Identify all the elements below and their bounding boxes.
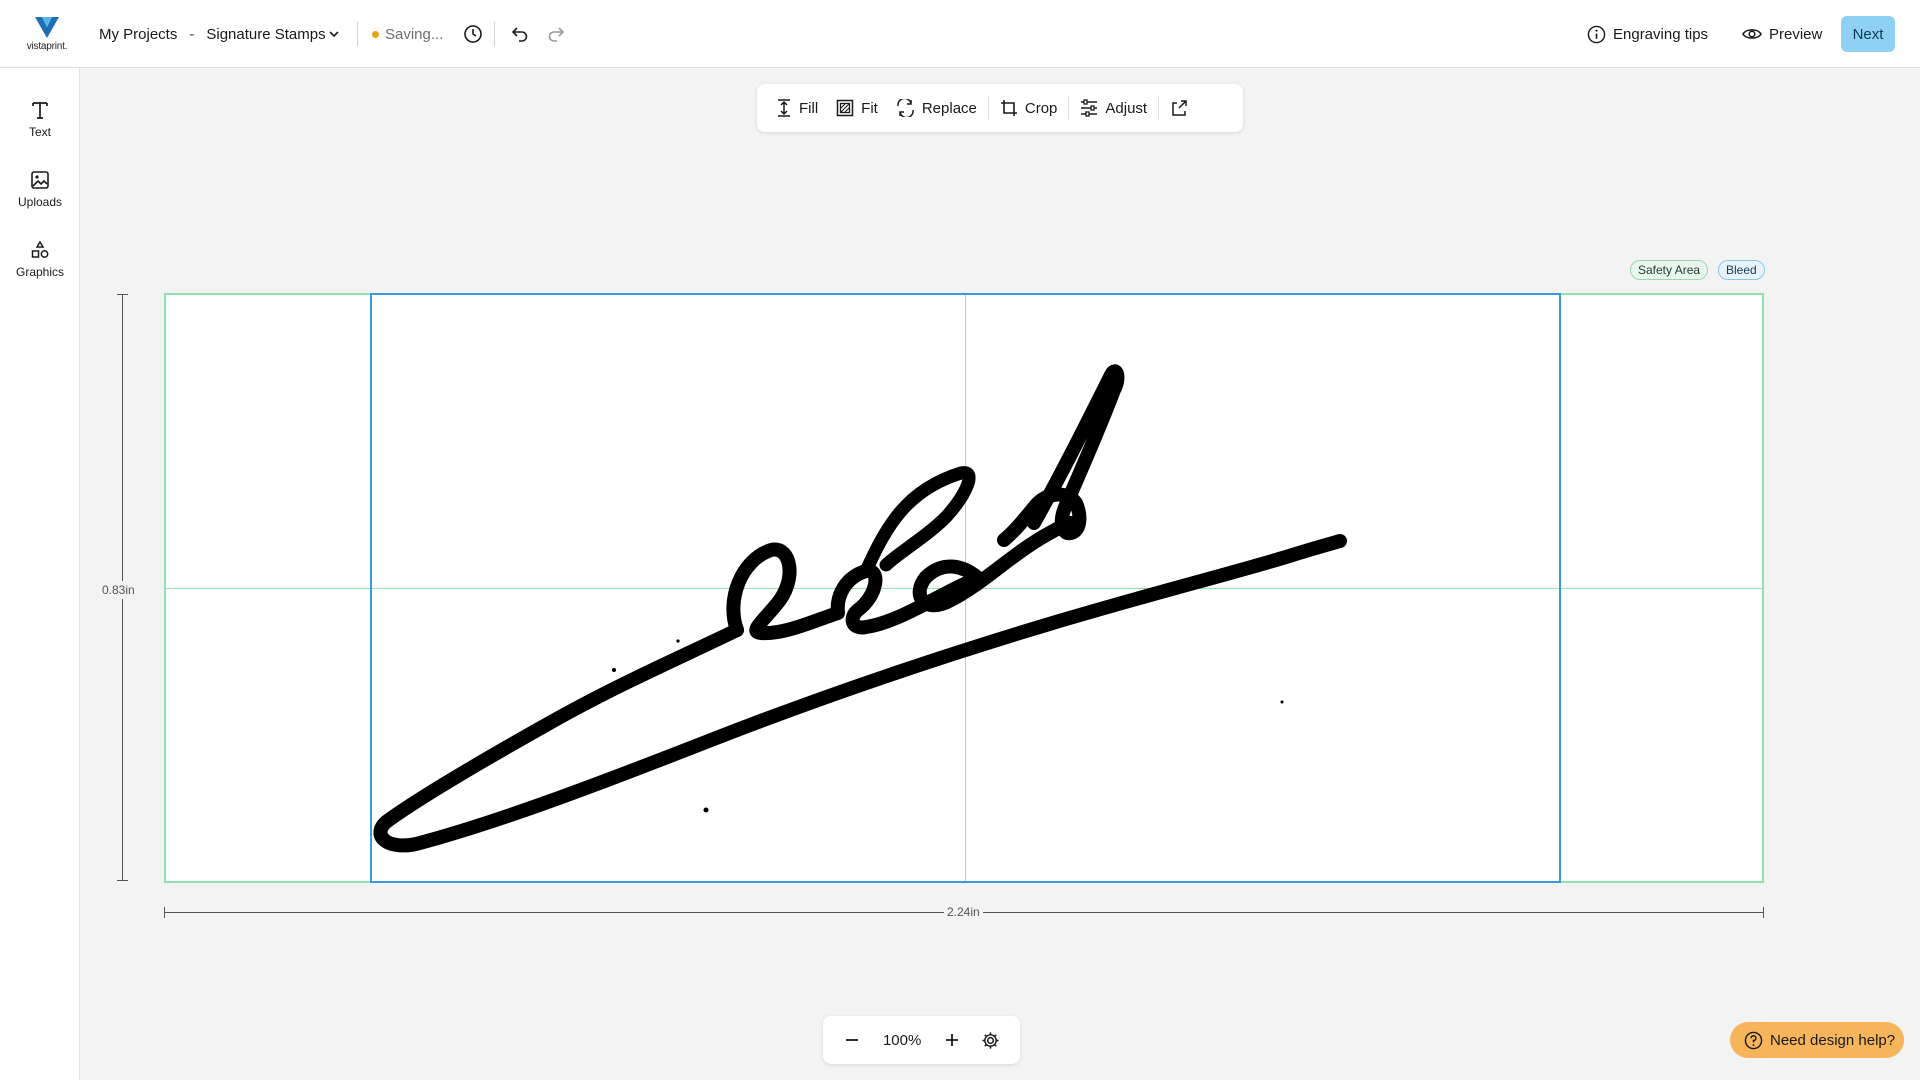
header-divider <box>494 22 495 46</box>
replace-label: Replace <box>921 99 977 117</box>
gear-icon <box>982 1031 999 1049</box>
sliders-icon <box>1081 99 1098 117</box>
sidebar-item-label: Graphics <box>15 265 65 279</box>
zoom-level[interactable]: 100% <box>877 1032 927 1049</box>
saving-indicator-dot <box>372 30 379 38</box>
next-button[interactable]: Next <box>1841 16 1895 52</box>
left-sidebar: Text Uploads Graphics <box>0 68 80 1080</box>
image-icon <box>31 171 49 189</box>
fill-label: Fill <box>799 99 819 117</box>
zoom-out-button[interactable] <box>838 1026 866 1054</box>
save-status: Saving... <box>372 24 443 44</box>
minus-icon <box>846 1039 859 1041</box>
chevron-down-icon <box>329 31 339 38</box>
canvas-settings-button[interactable] <box>977 1026 1005 1054</box>
adjust-label: Adjust <box>1105 99 1148 117</box>
share-icon <box>1172 100 1187 116</box>
design-canvas[interactable] <box>164 293 1764 883</box>
sidebar-item-label: Uploads <box>17 195 63 209</box>
fill-icon <box>778 99 790 117</box>
crop-button[interactable]: Crop <box>991 91 1067 125</box>
history-button[interactable] <box>461 22 485 46</box>
image-toolbar: Fill Fit Replace Crop Adjust <box>757 84 1243 132</box>
top-bar: vistaprint. My Projects - Signature Stam… <box>0 0 1920 68</box>
undo-icon <box>511 27 528 42</box>
document-name: Signature Stamps <box>206 25 326 43</box>
redo-button[interactable] <box>544 22 568 46</box>
my-projects-link[interactable]: My Projects <box>99 26 177 43</box>
shapes-icon <box>31 240 49 258</box>
eye-icon <box>1742 29 1762 39</box>
sidebar-item-text[interactable]: Text <box>0 100 80 139</box>
height-dimension-label: 0.83in <box>102 581 135 599</box>
zoom-in-button[interactable] <box>938 1026 966 1054</box>
vistaprint-logo-mark <box>35 17 59 38</box>
document-name-dropdown[interactable]: Signature Stamps <box>206 26 339 43</box>
fit-icon <box>836 99 854 117</box>
bleed-badge[interactable]: Bleed <box>1718 260 1765 280</box>
toolbar-divider <box>1158 96 1160 120</box>
header-divider <box>357 22 358 46</box>
breadcrumb-separator: - <box>189 25 195 43</box>
dimension-cap <box>117 294 128 295</box>
dimension-cap <box>117 880 128 881</box>
logo-wordmark: vistaprint. <box>26 41 68 52</box>
safety-area-badge[interactable]: Safety Area <box>1630 260 1709 280</box>
more-options-button[interactable] <box>1161 91 1204 125</box>
preview-button[interactable]: Preview <box>1742 20 1822 48</box>
need-design-help-label: Need design help? <box>1770 1031 1896 1049</box>
undo-button[interactable] <box>508 22 532 46</box>
sidebar-item-graphics[interactable]: Graphics <box>0 240 80 279</box>
toolbar-divider <box>987 96 989 120</box>
replace-icon <box>897 99 914 117</box>
vistaprint-logo[interactable]: vistaprint. <box>22 16 72 56</box>
replace-button[interactable]: Replace <box>887 91 986 125</box>
engraving-tips-label: Engraving tips <box>1613 25 1709 43</box>
info-icon <box>1587 25 1606 43</box>
need-design-help-button[interactable]: Need design help? <box>1730 1022 1904 1058</box>
breadcrumb: My Projects - Signature Stamps <box>99 24 340 44</box>
preview-label: Preview <box>1769 25 1823 43</box>
sidebar-item-label: Text <box>28 125 51 139</box>
fill-button[interactable]: Fill <box>767 91 827 125</box>
adjust-button[interactable]: Adjust <box>1071 91 1156 125</box>
sidebar-item-uploads[interactable]: Uploads <box>0 170 80 209</box>
image-selection-box[interactable] <box>370 293 1561 883</box>
save-status-text: Saving... <box>385 25 444 43</box>
text-icon <box>32 102 48 119</box>
redo-icon <box>548 27 565 42</box>
width-dimension-label: 2.24in <box>944 905 983 919</box>
engraving-tips-button[interactable]: Engraving tips <box>1587 20 1708 48</box>
clock-icon <box>464 25 482 43</box>
dimension-cap <box>1763 907 1764 918</box>
dimension-cap <box>164 907 165 918</box>
fit-button[interactable]: Fit <box>827 91 887 125</box>
crop-icon <box>1000 100 1017 116</box>
toolbar-divider <box>1068 96 1070 120</box>
crop-label: Crop <box>1024 99 1058 117</box>
plus-icon <box>945 1034 958 1046</box>
help-icon <box>1744 1031 1763 1049</box>
fit-label: Fit <box>861 99 878 117</box>
zoom-control: 100% <box>823 1016 1020 1064</box>
